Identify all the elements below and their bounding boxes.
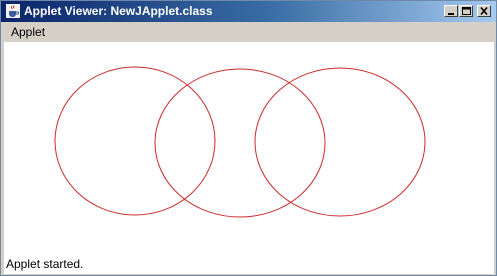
circle-shape-2 bbox=[154, 68, 326, 218]
maximize-button[interactable] bbox=[459, 5, 473, 17]
status-text: Applet started. bbox=[6, 257, 84, 271]
circle-shape-3 bbox=[254, 67, 426, 217]
java-cup-icon[interactable] bbox=[6, 4, 20, 18]
maximize-icon bbox=[462, 7, 471, 15]
title-bar[interactable]: Applet Viewer: NewJApplet.class bbox=[1, 1, 496, 22]
window-title: Applet Viewer: NewJApplet.class bbox=[24, 4, 213, 18]
close-icon bbox=[480, 6, 488, 16]
applet-canvas bbox=[4, 42, 494, 254]
applet-viewer-window: Applet Viewer: NewJApplet.class Applet A… bbox=[0, 0, 497, 276]
circle-shape-1 bbox=[54, 66, 216, 216]
close-button[interactable] bbox=[477, 5, 491, 17]
menu-applet[interactable]: Applet bbox=[5, 24, 51, 41]
status-bar: Applet started. bbox=[4, 254, 494, 274]
minimize-icon bbox=[448, 13, 454, 15]
menu-bar: Applet bbox=[1, 22, 496, 42]
minimize-button[interactable] bbox=[444, 5, 458, 17]
